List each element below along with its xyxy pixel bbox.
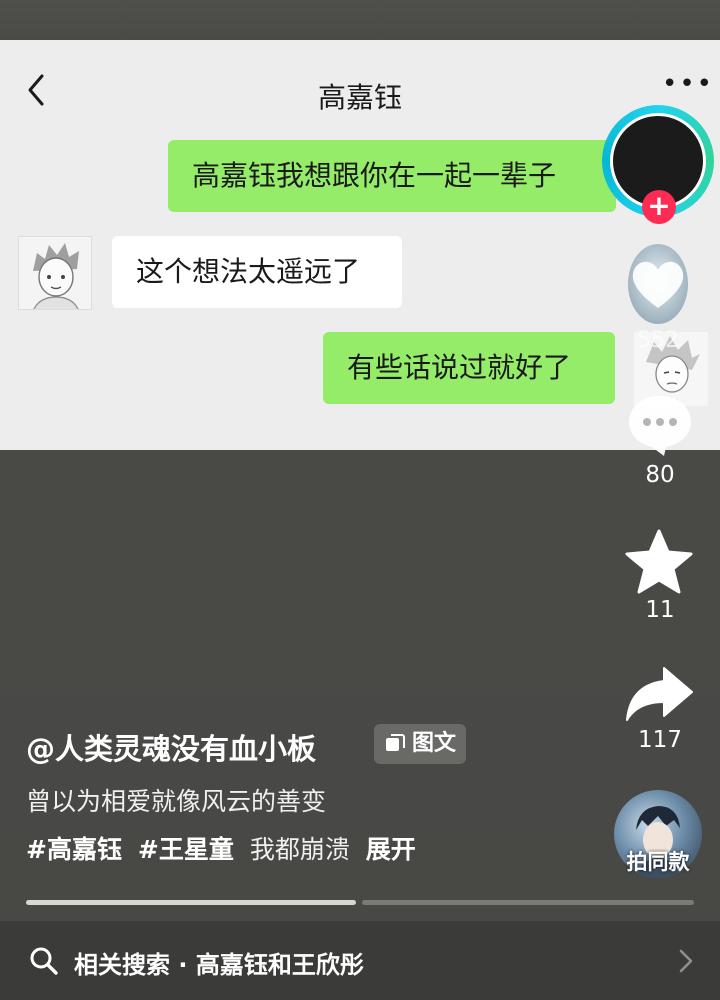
share-arrow-icon[interactable]: [624, 664, 694, 724]
carousel-progress-segment: [362, 900, 694, 905]
caption-text: 曾以为相爱就像风云的善变: [26, 787, 327, 816]
chat-screenshot-image[interactable]: 高嘉钰 ••• 高嘉钰我想跟你在一起一辈子 这个想法太遥远了 有些话说过就好了: [0, 40, 720, 450]
star-collect-icon[interactable]: [624, 528, 694, 596]
chat-message-received: 这个想法太遥远了: [112, 236, 402, 308]
hashtag-link[interactable]: #高嘉钰: [26, 835, 122, 864]
expand-caption-button[interactable]: 展开: [366, 835, 416, 864]
hashtag-link[interactable]: #王星童: [138, 835, 234, 864]
hashtag-line: #高嘉钰 #王星童 我都崩溃 展开: [26, 830, 416, 866]
caption-continuation: 我都崩溃: [249, 835, 350, 864]
chat-more-icon: •••: [662, 69, 715, 99]
post-type-label: 图文: [412, 731, 457, 756]
chat-title: 高嘉钰: [317, 81, 402, 114]
image-text-icon: [386, 734, 405, 751]
video-feed-screen: 高嘉钰 ••• 高嘉钰我想跟你在一起一辈子 这个想法太遥远了 有些话说过就好了: [0, 0, 720, 1000]
contact-avatar: [18, 236, 92, 310]
share-count: 117: [638, 727, 682, 753]
music-label[interactable]: 拍同款: [606, 846, 710, 876]
comment-count: 80: [645, 462, 675, 488]
related-search-bar[interactable]: 相关搜索 · 高嘉钰和王欣彤: [0, 921, 720, 1000]
like-heart-icon[interactable]: [626, 242, 690, 326]
search-icon: [30, 947, 58, 975]
chat-message-sent: 有些话说过就好了: [323, 332, 615, 404]
like-count: 552: [637, 328, 679, 353]
chevron-right-icon: [679, 949, 693, 973]
chat-message-sent: 高嘉钰我想跟你在一起一辈子: [168, 140, 616, 212]
related-search-text: 相关搜索 · 高嘉钰和王欣彤: [74, 951, 364, 979]
carousel-progress-segment-active: [26, 900, 356, 905]
collect-count: 11: [645, 597, 675, 623]
comment-bubble-icon[interactable]: [626, 392, 694, 458]
author-handle[interactable]: @人类灵魂没有血小板: [26, 726, 316, 768]
follow-button[interactable]: +: [642, 190, 676, 224]
post-type-badge: 图文: [374, 724, 466, 764]
